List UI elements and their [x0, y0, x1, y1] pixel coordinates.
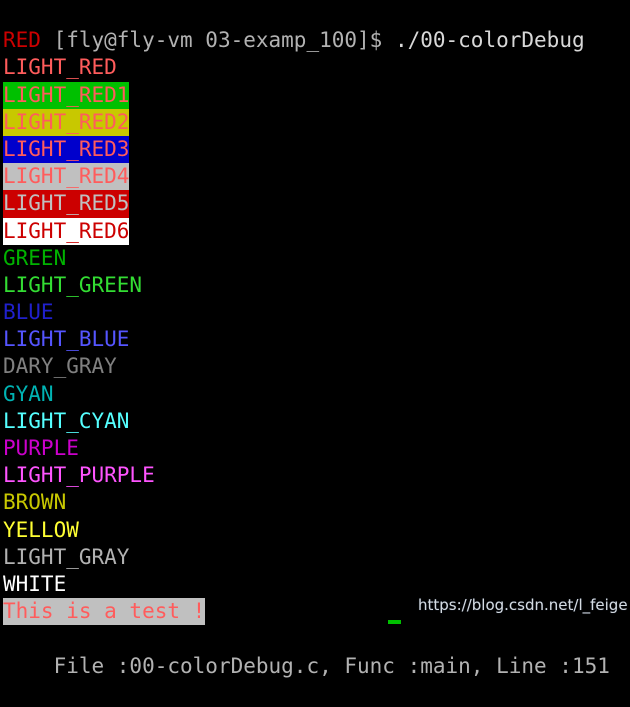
output-line: BLUE	[0, 299, 630, 326]
output-line: LIGHT_RED4	[0, 163, 630, 191]
output-line: GREEN	[0, 245, 630, 272]
output-line-text: LIGHT_GRAY	[3, 544, 130, 569]
output-line: LIGHT_RED2	[0, 108, 630, 136]
terminal-cursor	[388, 620, 401, 624]
output-line: GYAN	[0, 381, 630, 408]
watermark-text: https://blog.csdn.net/l_feige	[418, 596, 628, 614]
output-line: DARY_GRAY	[0, 353, 630, 380]
output-line: RED	[0, 27, 630, 54]
output-line: LIGHT_BLUE	[0, 326, 630, 353]
output-line-text: LIGHT_CYAN	[3, 408, 130, 433]
output-line-text: WHITE	[3, 571, 67, 596]
output-line-text: DARY_GRAY	[3, 354, 117, 379]
output-line-text: This is a test !	[3, 598, 206, 626]
status-line: File :00-colorDebug.c, Func :main, Line …	[0, 625, 630, 678]
output-line: LIGHT_RED5	[0, 190, 630, 218]
output-line-text: PURPLE	[3, 436, 79, 460]
output-line-text: YELLOW	[3, 517, 79, 542]
program-output: RED LIGHT_RED LIGHT_RED1 LIGHT_RED2 LIGHT_RE…	[0, 27, 630, 626]
output-line-text: LIGHT_RED	[3, 55, 117, 80]
output-line: LIGHT_GRAY	[0, 544, 630, 571]
output-line-text: GREEN	[3, 245, 67, 270]
output-line: PURPLE	[0, 435, 630, 462]
output-line-text: LIGHT_RED1	[3, 81, 130, 109]
output-line: BROWN	[0, 489, 630, 516]
output-line-text: LIGHT_RED6	[3, 217, 130, 245]
output-line: LIGHT_PURPLE	[0, 462, 630, 489]
output-line-text: LIGHT_RED2	[3, 108, 130, 136]
output-line: LIGHT_RED3	[0, 135, 630, 164]
output-line: LIGHT_RED1	[0, 81, 630, 109]
output-line: LIGHT_RED	[0, 54, 630, 81]
terminal-window: [fly@fly-vm 03-examp_100]$ ./00-colorDeb…	[0, 0, 630, 678]
output-line-text: BLUE	[3, 300, 54, 325]
output-line-text: LIGHT_RED5	[3, 190, 130, 218]
output-line-text: LIGHT_BLUE	[3, 327, 130, 352]
output-line: LIGHT_RED6	[0, 217, 630, 245]
output-line-text: LIGHT_RED3	[3, 135, 130, 164]
output-line-text: LIGHT_RED4	[3, 163, 130, 191]
output-line-text: GYAN	[3, 381, 54, 406]
output-line-text: RED	[3, 28, 41, 53]
output-line: WHITE	[0, 571, 630, 598]
prompt-line: [fly@fly-vm 03-examp_100]$ ./00-colorDeb…	[0, 0, 630, 52]
output-line-text: BROWN	[3, 490, 67, 515]
output-line: LIGHT_GREEN	[0, 272, 630, 299]
output-line-text: LIGHT_PURPLE	[3, 463, 155, 488]
output-line: YELLOW	[0, 517, 630, 544]
output-line: LIGHT_CYAN	[0, 408, 630, 435]
output-line-text: LIGHT_GREEN	[3, 272, 143, 297]
status-line-text: File :00-colorDebug.c, Func :main, Line …	[53, 653, 610, 678]
